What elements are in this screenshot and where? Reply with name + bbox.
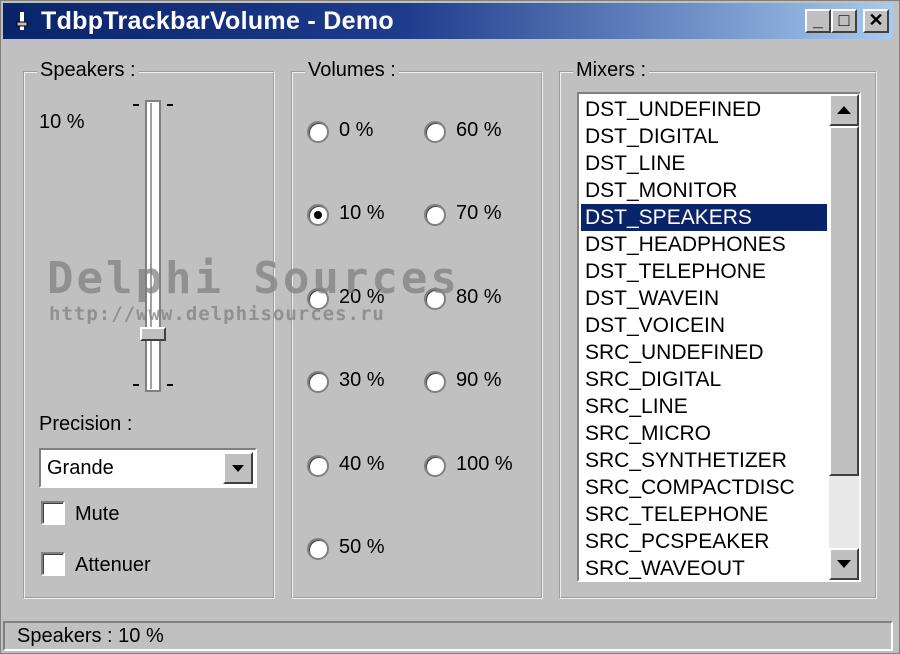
volume-radio-90[interactable] [424, 371, 446, 393]
chevron-down-icon [232, 465, 244, 472]
mixer-list-item[interactable]: SRC_PCSPEAKER [581, 528, 827, 555]
attenuer-checkbox[interactable] [41, 552, 65, 576]
mixer-list-item[interactable]: DST_MONITOR [581, 177, 827, 204]
scroll-up-button[interactable] [829, 94, 859, 126]
mixers-scrollbar[interactable] [829, 94, 859, 580]
main-window: TdbpTrackbarVolume - Demo _ □ ✕ Speakers… [0, 0, 900, 654]
volume-radio-40[interactable] [307, 455, 329, 477]
watermark-title: Delphi Sources [47, 253, 460, 304]
volume-radio-10[interactable] [307, 204, 329, 226]
app-icon [12, 11, 32, 31]
mixer-list-item[interactable]: SRC_TELEPHONE [581, 501, 827, 528]
speakers-value: 10 % [39, 111, 85, 133]
status-text: Speakers : 10 % [17, 625, 164, 647]
minimize-button[interactable]: _ [805, 9, 831, 33]
window-title: TdbpTrackbarVolume - Demo [41, 7, 394, 35]
maximize-icon: □ [838, 10, 850, 30]
close-button[interactable]: ✕ [863, 9, 889, 33]
volume-radio-60[interactable] [424, 121, 446, 143]
maximize-button[interactable]: □ [831, 9, 857, 33]
scroll-thumb[interactable] [829, 126, 859, 476]
precision-dropdown-button[interactable] [223, 452, 253, 484]
mixer-list-item[interactable]: SRC_SYNTHETIZER [581, 447, 827, 474]
close-icon: ✕ [868, 10, 884, 30]
volume-option[interactable]: 60 % [424, 119, 534, 145]
volume-option[interactable]: 90 % [424, 369, 534, 395]
volume-option[interactable]: 40 % [307, 453, 407, 479]
mixers-legend: Mixers : [573, 59, 649, 82]
mixer-list-item[interactable]: SRC_MICRO [581, 420, 827, 447]
mute-checkbox[interactable] [41, 501, 65, 525]
volume-radio-100[interactable] [424, 455, 446, 477]
volume-label: 0 % [339, 119, 374, 141]
mixer-list-item[interactable]: DST_VOICEIN [581, 312, 827, 339]
mixer-list-item[interactable]: DST_WAVEIN [581, 285, 827, 312]
volume-label: 100 % [456, 453, 513, 475]
trackbar-thumb[interactable] [140, 326, 166, 341]
volume-label: 70 % [456, 202, 502, 224]
volume-label: 90 % [456, 369, 502, 391]
precision-select[interactable]: Grande [39, 448, 257, 488]
speakers-legend: Speakers : [37, 59, 139, 82]
volume-option[interactable]: 0 % [307, 119, 407, 145]
mute-label[interactable]: Mute [75, 503, 119, 526]
mixers-listbox[interactable]: DST_UNDEFINED DST_DIGITAL DST_LINE DST_MONI… [577, 92, 861, 582]
mixer-list-item[interactable]: DST_TELEPHONE [581, 258, 827, 285]
volume-label: 10 % [339, 202, 385, 224]
precision-label: Precision : [39, 413, 133, 435]
mixer-list-item[interactable]: DST_SPEAKERS [581, 204, 827, 231]
trackbar-graphic [133, 100, 173, 392]
mixer-list-item[interactable]: DST_UNDEFINED [581, 96, 827, 123]
triangle-up-icon [837, 106, 851, 114]
volume-radio-70[interactable] [424, 204, 446, 226]
scroll-down-button[interactable] [829, 548, 859, 580]
volume-radio-30[interactable] [307, 371, 329, 393]
watermark-url: http://www.delphisources.ru [49, 303, 385, 325]
attenuer-label[interactable]: Attenuer [75, 554, 151, 577]
volumes-group: Volumes : [291, 59, 543, 599]
volume-label: 50 % [339, 536, 385, 558]
speakers-trackbar[interactable] [129, 97, 177, 397]
mixer-list-item[interactable]: SRC_LINE [581, 393, 827, 420]
volume-label: 80 % [456, 286, 502, 308]
mixer-list-item[interactable]: DST_LINE [581, 150, 827, 177]
mixer-list-item[interactable]: SRC_WAVEOUT [581, 555, 827, 580]
volume-label: 40 % [339, 453, 385, 475]
volumes-legend: Volumes : [305, 59, 399, 82]
status-bar: Speakers : 10 % [3, 621, 893, 651]
volume-option[interactable]: 10 % [307, 202, 407, 228]
mixer-list-item[interactable]: DST_HEADPHONES [581, 231, 827, 258]
volume-radio-50[interactable] [307, 538, 329, 560]
mixer-list-item[interactable]: SRC_UNDEFINED [581, 339, 827, 366]
precision-value: Grande [47, 457, 114, 479]
volume-option[interactable]: 30 % [307, 369, 407, 395]
minimize-icon: _ [812, 10, 823, 30]
volume-option[interactable]: 100 % [424, 453, 534, 479]
volume-label: 30 % [339, 369, 385, 391]
volume-option[interactable]: 70 % [424, 202, 534, 228]
mixer-list-item[interactable]: DST_DIGITAL [581, 123, 827, 150]
triangle-down-icon [837, 560, 851, 568]
title-bar[interactable]: TdbpTrackbarVolume - Demo _ □ ✕ [3, 3, 893, 39]
mixer-list-item[interactable]: SRC_COMPACTDISC [581, 474, 827, 501]
volume-label: 60 % [456, 119, 502, 141]
mixer-list-item[interactable]: SRC_DIGITAL [581, 366, 827, 393]
volume-radio-0[interactable] [307, 121, 329, 143]
volume-option[interactable]: 50 % [307, 536, 407, 562]
